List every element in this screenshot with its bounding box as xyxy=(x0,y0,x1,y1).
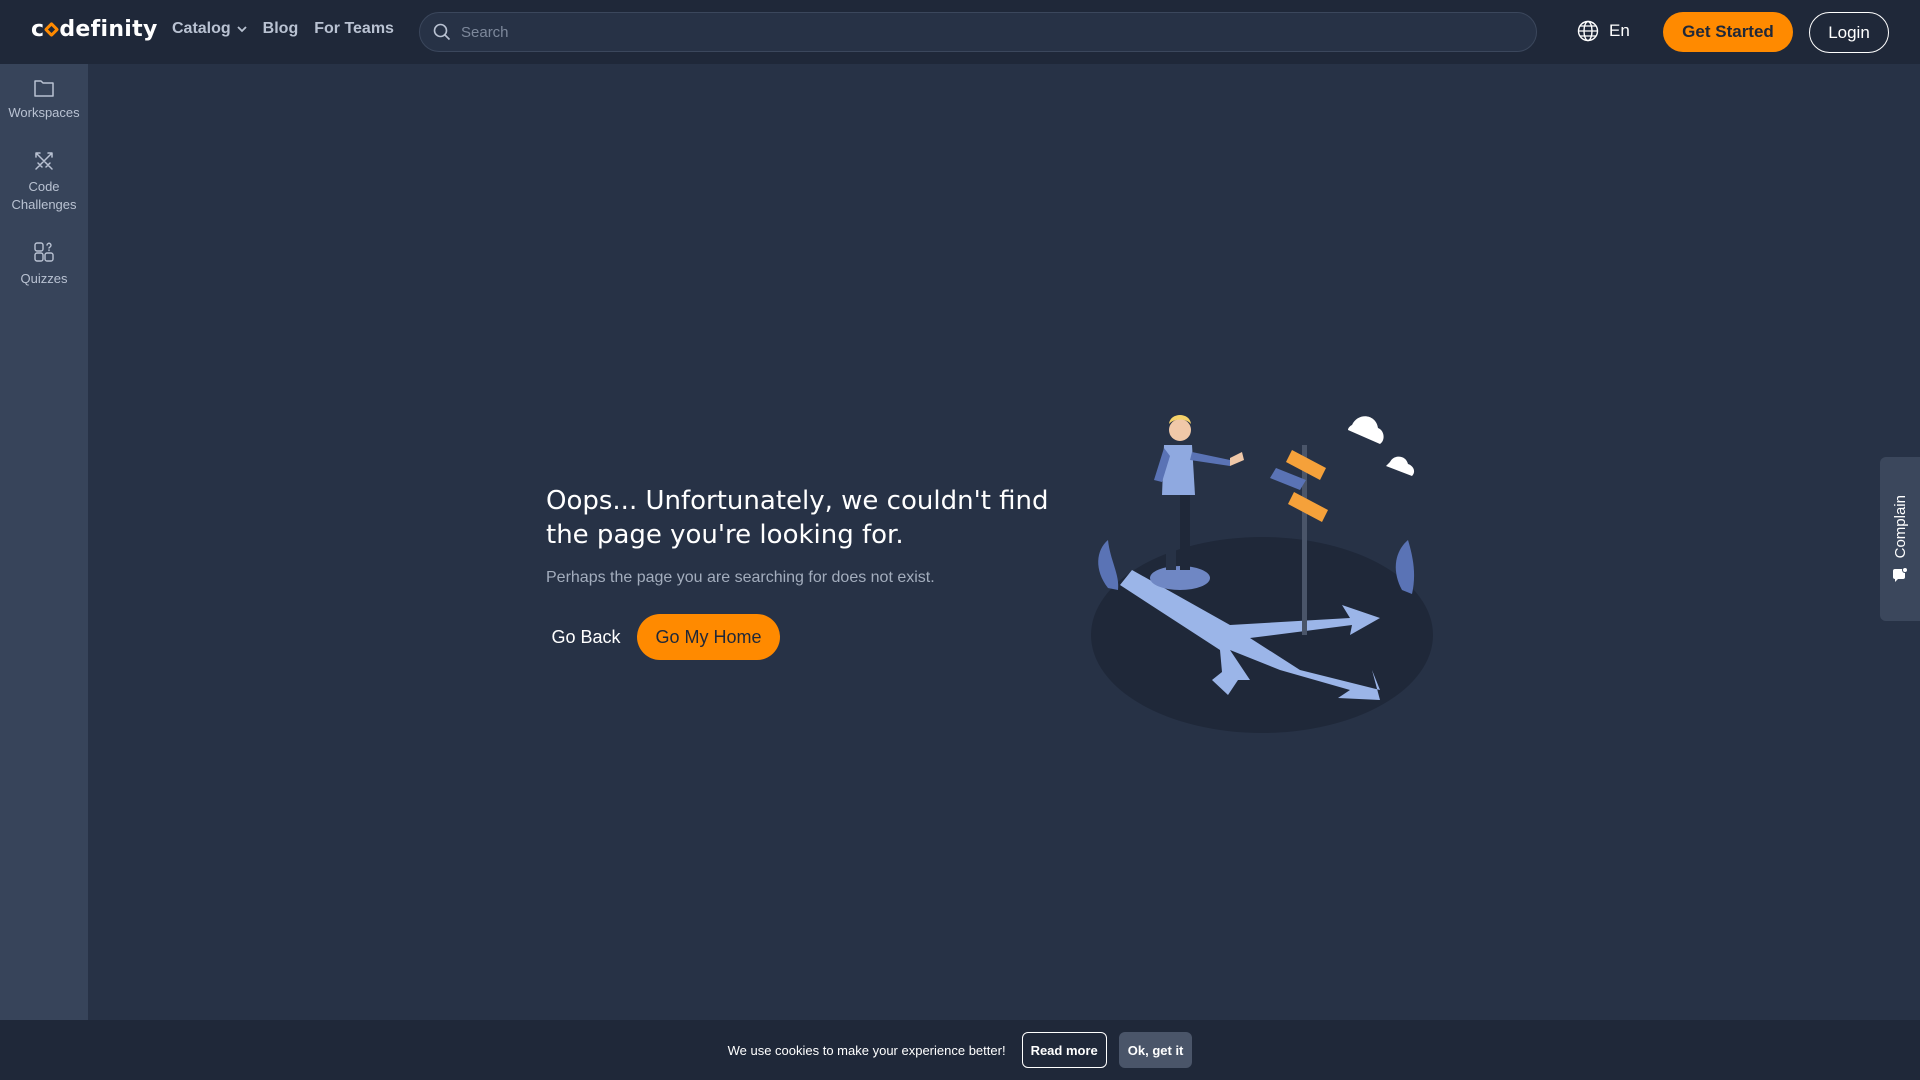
sidebar: Workspaces Code Challenges Quizzes xyxy=(0,64,88,1020)
chevron-down-icon xyxy=(237,26,247,33)
puzzle-icon xyxy=(34,242,54,262)
logo-text-start: c xyxy=(31,17,45,42)
logo-diamond-icon xyxy=(44,21,60,38)
signpost-sign-3 xyxy=(1288,492,1328,522)
sidebar-item-code-challenges[interactable]: Code Challenges xyxy=(0,150,88,214)
feedback-icon xyxy=(1893,566,1908,582)
main-nav: Catalog Blog For Teams xyxy=(172,20,410,38)
nav-catalog[interactable]: Catalog xyxy=(172,20,247,38)
accept-cookies-button[interactable]: Ok, get it xyxy=(1118,1032,1193,1068)
cloud-1 xyxy=(1348,416,1384,444)
cookie-message: We use cookies to make your experience b… xyxy=(727,1042,1006,1058)
error-subline: Perhaps the page you are searching for d… xyxy=(546,569,935,586)
read-more-button[interactable]: Read more xyxy=(1021,1032,1107,1068)
signpost-pole xyxy=(1302,445,1307,635)
login-button[interactable]: Login xyxy=(1809,12,1889,53)
language-label: En xyxy=(1609,21,1630,40)
complain-label: Complain xyxy=(1891,495,1909,559)
sidebar-item-label: Code Challenges xyxy=(11,179,77,212)
get-started-button[interactable]: Get Started xyxy=(1663,12,1793,52)
top-navbar: c definity Catalog Blog For Teams En Get… xyxy=(0,0,1920,64)
person-arm xyxy=(1190,452,1230,466)
plant-left xyxy=(1098,540,1119,590)
sidebar-item-label: Workspaces xyxy=(8,105,80,120)
sidebar-item-label: Quizzes xyxy=(20,271,68,286)
lost-crossroads-illustration xyxy=(1091,415,1433,733)
codefinity-logo[interactable]: c definity xyxy=(31,17,158,42)
complain-tab[interactable]: Complain xyxy=(1880,457,1920,621)
error-headline: Oops... Unfortunately, we couldn't find … xyxy=(546,486,1049,550)
person-leg-left xyxy=(1166,495,1176,570)
language-selector[interactable]: En xyxy=(1577,20,1630,42)
folder-icon xyxy=(34,80,54,97)
cookie-banner: We use cookies to make your experience b… xyxy=(0,1020,1920,1080)
person-leg-right xyxy=(1180,495,1190,570)
nav-catalog-label: Catalog xyxy=(172,20,231,37)
nav-blog[interactable]: Blog xyxy=(263,20,299,38)
swords-icon xyxy=(35,152,53,170)
sidebar-item-workspaces[interactable]: Workspaces xyxy=(0,78,88,122)
go-home-button[interactable]: Go My Home xyxy=(637,614,780,660)
search-icon xyxy=(433,23,451,41)
sidebar-item-quizzes[interactable]: Quizzes xyxy=(0,240,88,288)
go-back-button[interactable]: Go Back xyxy=(546,614,626,660)
globe-icon xyxy=(1577,20,1599,42)
search-input[interactable] xyxy=(461,23,1521,41)
cloud-2 xyxy=(1386,456,1415,476)
nav-for-teams[interactable]: For Teams xyxy=(314,20,394,38)
logo-text-end: definity xyxy=(59,17,158,42)
person-hand xyxy=(1230,452,1244,466)
signpost-sign-2 xyxy=(1270,468,1306,490)
search-bar[interactable] xyxy=(419,12,1537,52)
person-head xyxy=(1169,419,1191,441)
